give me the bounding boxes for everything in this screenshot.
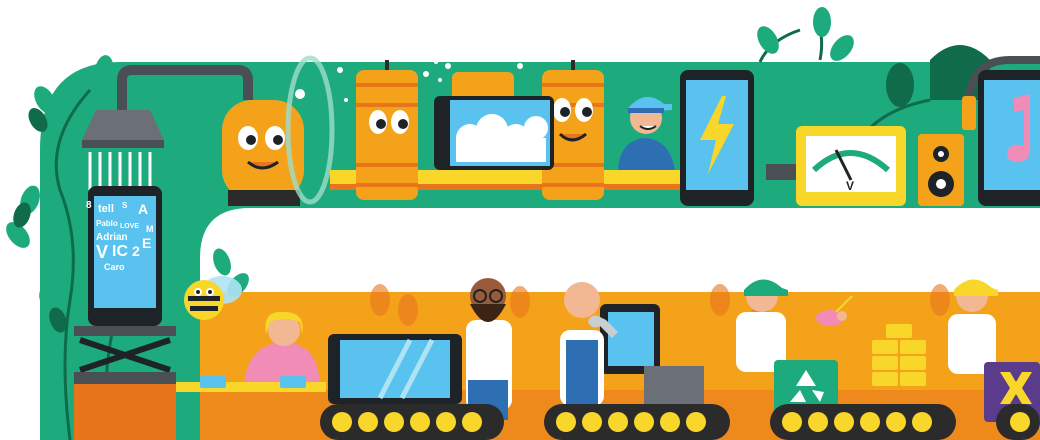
conveyor-belt-1 [320,404,504,440]
svg-text:tell: tell [98,203,114,215]
svg-text:A: A [138,201,148,217]
svg-text:S: S [122,201,128,210]
svg-text:2: 2 [132,243,140,259]
tablet-with-bubbles [434,96,554,170]
conveyor-belt-4 [996,404,1040,440]
svg-text:Pablo: Pablo [96,219,118,228]
svg-text:V: V [846,179,854,193]
svg-text:V: V [96,242,108,262]
phone-on-lift: tell A Pablo LOVE Adrian V IC Caro 2 E 8… [74,186,176,440]
svg-text:M: M [146,224,154,234]
phone-factory-illustration: tell A Pablo LOVE Adrian V IC Caro 2 E 8… [6,7,1040,440]
svg-text:IC: IC [112,243,128,260]
speaker [918,134,964,206]
svg-text:8: 8 [86,200,92,211]
phone-charging [680,70,754,206]
svg-text:Caro: Caro [104,262,125,272]
conveyor-belt-2 [544,404,730,440]
tablet-on-conveyor [328,334,462,404]
svg-text:LOVE: LOVE [120,223,139,230]
svg-text:E: E [142,235,151,251]
roller-brush-left [356,60,418,200]
worker-bearded [466,278,512,420]
conveyor-belt-3 [770,404,956,440]
